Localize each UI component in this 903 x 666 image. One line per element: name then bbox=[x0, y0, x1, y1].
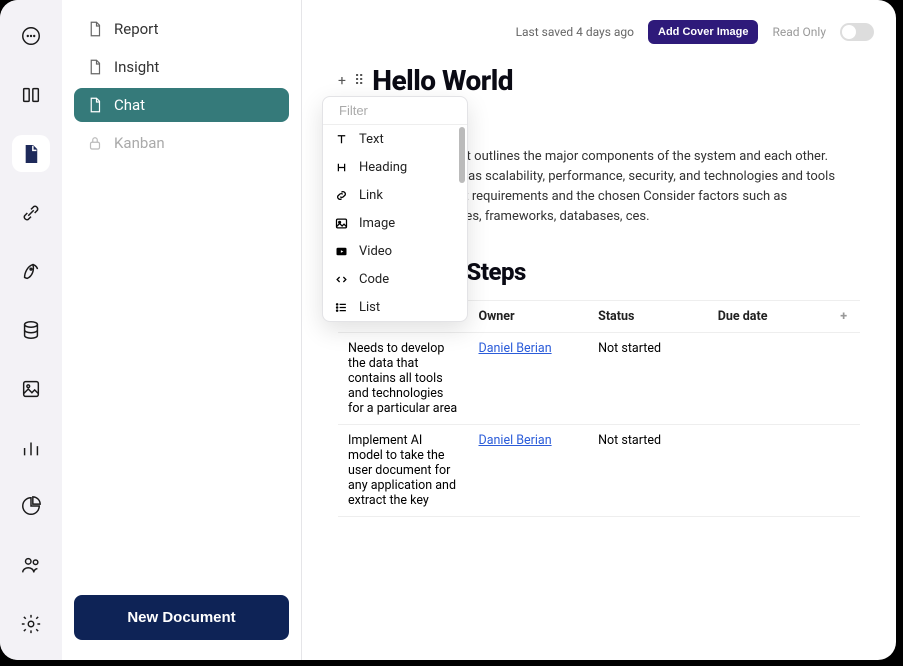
sidebar-item-report[interactable]: Report bbox=[74, 12, 289, 46]
cell-due[interactable] bbox=[708, 424, 828, 516]
th-due[interactable]: Due date bbox=[708, 300, 828, 332]
cell-task[interactable]: Needs to develop the data that contains … bbox=[338, 332, 469, 424]
sidebar-item-insight[interactable]: Insight bbox=[74, 50, 289, 84]
rail-users-icon[interactable] bbox=[12, 547, 50, 584]
heading-icon bbox=[333, 159, 349, 175]
rail-image-icon[interactable] bbox=[12, 370, 50, 407]
process-table: Task Owner Status Due date + Needs to de… bbox=[338, 300, 860, 517]
add-cover-button[interactable]: Add Cover Image bbox=[648, 20, 758, 44]
code-icon bbox=[333, 271, 349, 287]
image-icon bbox=[333, 215, 349, 231]
popover-item-link[interactable]: Link bbox=[323, 181, 467, 209]
block-insert-popover: Text Heading Link Image Video Code List bbox=[322, 96, 468, 322]
th-status[interactable]: Status bbox=[588, 300, 708, 332]
read-only-toggle[interactable] bbox=[840, 23, 874, 41]
sidebar-item-label: Kanban bbox=[114, 134, 165, 152]
sidebar-item-label: Report bbox=[114, 20, 159, 38]
owner-link[interactable]: Daniel Berian bbox=[479, 433, 552, 448]
cell-status[interactable]: Not started bbox=[588, 332, 708, 424]
lock-icon bbox=[86, 134, 104, 152]
rail-pie-icon[interactable] bbox=[12, 488, 50, 525]
filter-input[interactable] bbox=[339, 103, 468, 118]
main-content: Last saved 4 days ago Add Cover Image Re… bbox=[302, 0, 896, 660]
add-column-icon[interactable]: + bbox=[827, 300, 860, 332]
rail-chat-icon[interactable] bbox=[12, 18, 50, 55]
rail-document-icon[interactable] bbox=[12, 135, 50, 172]
sidebar-item-label: Insight bbox=[114, 58, 159, 76]
cell-status[interactable]: Not started bbox=[588, 424, 708, 516]
file-icon bbox=[86, 20, 104, 38]
file-icon bbox=[86, 58, 104, 76]
rail-settings-icon[interactable] bbox=[12, 605, 50, 642]
popover-list: Text Heading Link Image Video Code List bbox=[323, 125, 467, 321]
new-document-button[interactable]: New Document bbox=[74, 595, 289, 640]
read-only-label: Read Only bbox=[772, 25, 826, 39]
popover-item-heading[interactable]: Heading bbox=[323, 153, 467, 181]
page-title[interactable]: Hello World bbox=[372, 64, 513, 97]
icon-rail bbox=[0, 0, 62, 660]
last-saved-text: Last saved 4 days ago bbox=[516, 25, 634, 39]
cell-owner[interactable]: Daniel Berian bbox=[469, 332, 589, 424]
drag-handle-icon[interactable]: ⠿ bbox=[354, 73, 364, 89]
add-block-icon[interactable]: + bbox=[338, 73, 346, 89]
file-icon bbox=[86, 96, 104, 114]
list-icon bbox=[333, 299, 349, 315]
sidebar-item-label: Chat bbox=[114, 96, 145, 114]
topbar: Last saved 4 days ago Add Cover Image Re… bbox=[516, 20, 874, 44]
rail-bars-icon[interactable] bbox=[12, 429, 50, 466]
rail-database-icon[interactable] bbox=[12, 312, 50, 349]
th-owner[interactable]: Owner bbox=[469, 300, 589, 332]
sidebar-item-kanban[interactable]: Kanban bbox=[74, 126, 289, 160]
sidebar-item-chat[interactable]: Chat bbox=[74, 88, 289, 122]
popover-item-text[interactable]: Text bbox=[323, 125, 467, 153]
popover-item-video[interactable]: Video bbox=[323, 237, 467, 265]
rail-rocket-icon[interactable] bbox=[12, 253, 50, 290]
rail-columns-icon[interactable] bbox=[12, 77, 50, 114]
popover-item-code[interactable]: Code bbox=[323, 265, 467, 293]
popover-search bbox=[323, 97, 467, 125]
table-row: Needs to develop the data that contains … bbox=[338, 332, 860, 424]
text-icon bbox=[333, 131, 349, 147]
sidebar: Report Insight Chat Kanban New Document bbox=[62, 0, 302, 660]
popover-item-image[interactable]: Image bbox=[323, 209, 467, 237]
scrollbar[interactable] bbox=[459, 127, 465, 183]
cell-task[interactable]: Implement AI model to take the user docu… bbox=[338, 424, 469, 516]
app-window: Report Insight Chat Kanban New Document … bbox=[0, 0, 896, 660]
cell-due[interactable] bbox=[708, 332, 828, 424]
video-icon bbox=[333, 243, 349, 259]
owner-link[interactable]: Daniel Berian bbox=[479, 341, 552, 356]
table-row: Implement AI model to take the user docu… bbox=[338, 424, 860, 516]
popover-item-list[interactable]: List bbox=[323, 293, 467, 321]
cell-owner[interactable]: Daniel Berian bbox=[469, 424, 589, 516]
link-icon bbox=[333, 187, 349, 203]
rail-plug-icon[interactable] bbox=[12, 194, 50, 231]
